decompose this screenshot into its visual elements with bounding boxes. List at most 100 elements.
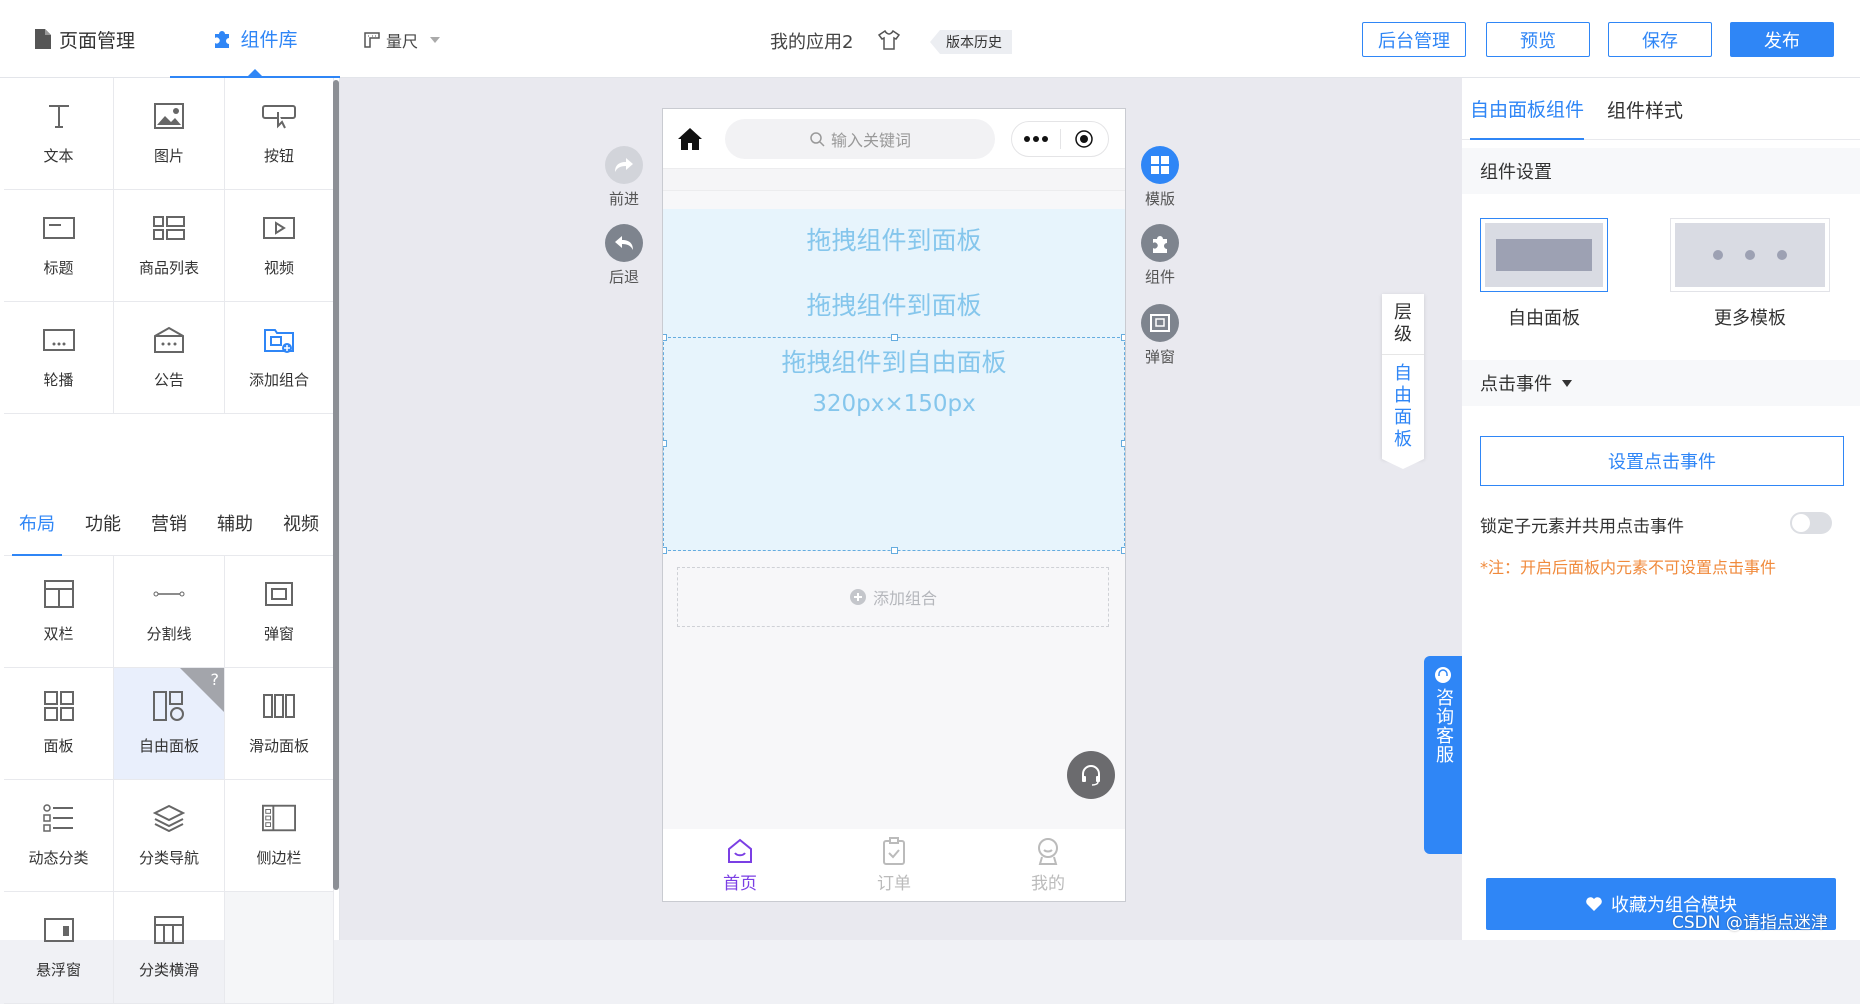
- component-dynamic-category[interactable]: 动态分类: [4, 780, 114, 892]
- video-icon: [262, 213, 296, 243]
- template-option-more[interactable]: [1670, 218, 1830, 292]
- tabbar-home[interactable]: 首页: [663, 829, 817, 901]
- add-combo-placeholder[interactable]: 添加组合: [677, 567, 1109, 627]
- lock-children-toggle[interactable]: [1790, 512, 1832, 534]
- component-two-column[interactable]: 双栏: [4, 556, 114, 668]
- component-title[interactable]: 标题: [4, 190, 114, 302]
- component-label: 分类导航: [138, 849, 199, 867]
- component-label: 双栏: [43, 625, 74, 643]
- float-window-icon: [42, 915, 76, 945]
- save-button[interactable]: 保存: [1608, 22, 1712, 57]
- search-placeholder: 输入关键词: [830, 131, 911, 150]
- tab-page-management[interactable]: 页面管理: [0, 0, 170, 78]
- order-icon: [881, 837, 907, 865]
- close-target-icon[interactable]: [1061, 130, 1109, 148]
- component-label: 面板: [43, 737, 74, 755]
- component-product-list[interactable]: 商品列表: [114, 190, 225, 302]
- set-click-event-button[interactable]: 设置点击事件: [1480, 436, 1844, 486]
- divider-icon: [152, 579, 186, 609]
- plus-circle-icon: [849, 588, 867, 606]
- free-panel-tab[interactable]: 自由面板: [1382, 355, 1424, 459]
- product-list-icon: [152, 213, 186, 243]
- consult-service-tab[interactable]: 咨询客服: [1424, 656, 1462, 854]
- popup-side-label: 弹窗: [1144, 348, 1175, 366]
- add-combo-label: 添加组合: [872, 589, 937, 608]
- layers-tab[interactable]: 层级: [1382, 294, 1424, 355]
- component-notice[interactable]: 公告: [114, 302, 225, 414]
- component-label: 商品列表: [138, 259, 199, 277]
- component-image[interactable]: 图片: [114, 78, 225, 190]
- free-panel-size: 320px×150px: [812, 391, 976, 417]
- tabbar-mine[interactable]: 我的: [971, 829, 1125, 901]
- click-event-section[interactable]: 点击事件: [1462, 360, 1860, 406]
- component-video[interactable]: 视频: [225, 190, 334, 302]
- subtab-video[interactable]: 视频: [268, 490, 334, 555]
- component-category-nav[interactable]: 分类导航: [114, 780, 225, 892]
- component-popup[interactable]: 弹窗: [225, 556, 334, 668]
- ruler-dropdown[interactable]: 量尺: [364, 28, 441, 52]
- headset-icon: [1079, 763, 1103, 787]
- component-button[interactable]: 按钮: [225, 78, 334, 190]
- tab-free-panel-component[interactable]: 自由面板组件: [1470, 78, 1585, 140]
- carousel-icon: [42, 325, 76, 355]
- dynamic-category-icon: [42, 803, 76, 833]
- drop-hint: 拖拽组件到面板: [806, 291, 982, 320]
- component-add-combo[interactable]: 添加组合: [225, 302, 334, 414]
- component-category-slide[interactable]: 分类横滑: [114, 892, 225, 1004]
- phone-tabbar: 首页 订单 我的: [663, 829, 1125, 901]
- popup-side-button[interactable]: 弹窗: [1140, 304, 1180, 367]
- two-column-icon: [42, 579, 76, 609]
- button-icon: [262, 101, 296, 131]
- component-carousel[interactable]: 轮播: [4, 302, 114, 414]
- forward-button[interactable]: 前进: [604, 146, 644, 209]
- preview-button[interactable]: 预览: [1486, 22, 1590, 57]
- version-history-label: 版本历史: [946, 35, 1002, 51]
- more-dots-icon[interactable]: [1012, 136, 1060, 142]
- click-event-note: *注：开启后面板内元素不可设置点击事件: [1480, 558, 1777, 577]
- version-history-button[interactable]: 版本历史: [930, 30, 1012, 54]
- component-panel[interactable]: 面板: [4, 668, 114, 780]
- component-label: 图片: [153, 147, 184, 165]
- phone-search-bar[interactable]: 输入关键词: [725, 119, 995, 159]
- tabbar-order[interactable]: 订单: [817, 829, 971, 901]
- left-panel-scrollbar[interactable]: [333, 80, 339, 890]
- component-sidebar[interactable]: 侧边栏: [225, 780, 334, 892]
- home-icon[interactable]: [677, 127, 703, 151]
- subtab-marketing[interactable]: 营销: [136, 490, 202, 555]
- component-float-window[interactable]: 悬浮窗: [4, 892, 114, 1004]
- headset-icon: [1434, 666, 1452, 684]
- search-icon: [809, 131, 825, 147]
- component-label: 添加组合: [248, 371, 309, 389]
- component-label: 分割线: [146, 625, 192, 643]
- component-side-button[interactable]: 组件: [1140, 224, 1180, 287]
- admin-button[interactable]: 后台管理: [1362, 22, 1466, 57]
- drop-hint: 拖拽组件到面板: [806, 226, 982, 255]
- component-slide-panel[interactable]: 滑动面板: [225, 668, 334, 780]
- image-icon: [152, 101, 186, 131]
- tab-component-library[interactable]: 组件库: [170, 0, 340, 78]
- template-option-free-panel[interactable]: [1480, 218, 1608, 292]
- component-divider[interactable]: 分割线: [114, 556, 225, 668]
- publish-button[interactable]: 发布: [1730, 22, 1834, 57]
- component-free-panel[interactable]: ? 自由面板: [114, 668, 225, 780]
- notice-icon: [152, 325, 186, 355]
- component-label: 滑动面板: [248, 737, 309, 755]
- template-button[interactable]: 模版: [1140, 146, 1180, 209]
- back-button[interactable]: 后退: [604, 224, 644, 287]
- phone-header: 输入关键词: [663, 109, 1125, 169]
- customer-service-float-button[interactable]: [1067, 751, 1115, 799]
- undo-icon: [605, 224, 643, 262]
- tshirt-icon[interactable]: [878, 30, 900, 50]
- empty-cell: [225, 892, 334, 1004]
- sidebar-icon: [262, 803, 296, 833]
- component-library-panel: 文本 图片 按钮 标题 商品列表 视频 轮播 公告 添加组合 布局 功能 营销 …: [0, 78, 340, 1004]
- subtab-layout[interactable]: 布局: [4, 490, 70, 556]
- component-text[interactable]: 文本: [4, 78, 114, 190]
- component-label: 公告: [153, 371, 184, 389]
- help-icon[interactable]: ?: [211, 670, 220, 689]
- title-icon: [42, 213, 76, 243]
- profile-icon: [1035, 837, 1061, 865]
- subtab-auxiliary[interactable]: 辅助: [202, 490, 268, 555]
- subtab-function[interactable]: 功能: [70, 490, 136, 555]
- tab-component-style[interactable]: 组件样式: [1607, 78, 1683, 140]
